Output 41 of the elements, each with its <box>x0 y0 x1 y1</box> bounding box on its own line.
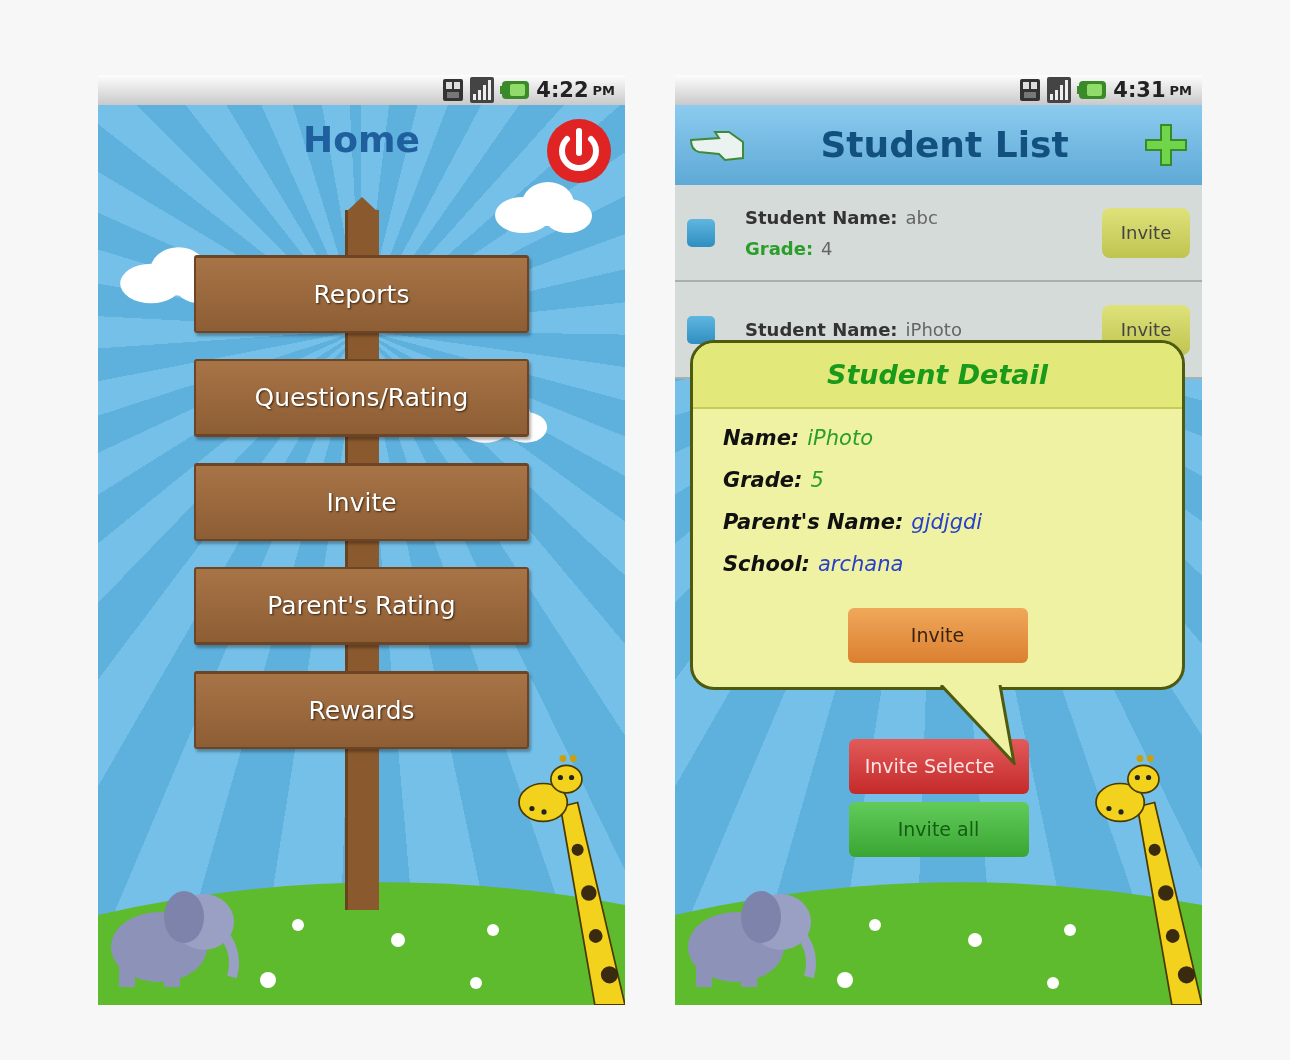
popup-title: Student Detail <box>693 343 1182 409</box>
checkbox[interactable] <box>687 315 715 344</box>
field-value: abc <box>905 205 938 230</box>
status-time: 4:31 <box>1113 79 1166 101</box>
field-value: 4 <box>821 236 833 261</box>
field-label: Parent's Name: <box>723 509 904 536</box>
menu-sign[interactable]: Rewards <box>194 671 529 749</box>
screen-title: Student List <box>820 123 1069 167</box>
network-type-icon <box>442 78 465 102</box>
invite-button[interactable]: Invite <box>847 608 1028 663</box>
checkbox[interactable] <box>687 218 715 247</box>
field-label: Grade: <box>745 236 814 261</box>
field-label: Name: <box>723 425 800 452</box>
field-label: School: <box>723 551 810 578</box>
network-type-icon <box>1019 78 1042 102</box>
screen-title: Home <box>303 118 420 162</box>
menu-sign[interactable]: Parent's Rating <box>194 567 529 645</box>
battery-icon <box>500 80 531 100</box>
signal-icon <box>470 77 495 103</box>
signal-icon <box>1047 77 1072 103</box>
field-label: Student Name: <box>745 318 898 342</box>
invite-all-button[interactable]: Invite all <box>848 802 1029 857</box>
field-label: Grade: <box>723 467 803 494</box>
add-icon[interactable] <box>1144 123 1188 167</box>
battery-icon <box>1077 80 1108 100</box>
field-value: gjdjgdi <box>911 509 983 536</box>
menu-sign[interactable]: Invite <box>194 463 529 541</box>
field-value: archana <box>818 551 904 578</box>
invite-selected-button[interactable]: Invite Selecte <box>848 739 1029 794</box>
field-label: Student Name: <box>745 205 898 230</box>
invite-button[interactable]: Invite <box>1102 207 1190 258</box>
menu-sign[interactable]: Reports <box>194 255 529 333</box>
status-time: 4:22 <box>536 79 589 101</box>
time-meridiem: PM <box>592 82 615 100</box>
field-value: iPhoto <box>905 318 962 342</box>
menu-sign[interactable]: Questions/Rating <box>194 359 529 437</box>
field-value: iPhoto <box>807 425 874 452</box>
field-value: 5 <box>810 467 824 494</box>
time-meridiem: PM <box>1169 82 1192 100</box>
power-icon[interactable] <box>545 117 613 185</box>
pointing-hand-icon[interactable] <box>689 128 745 162</box>
